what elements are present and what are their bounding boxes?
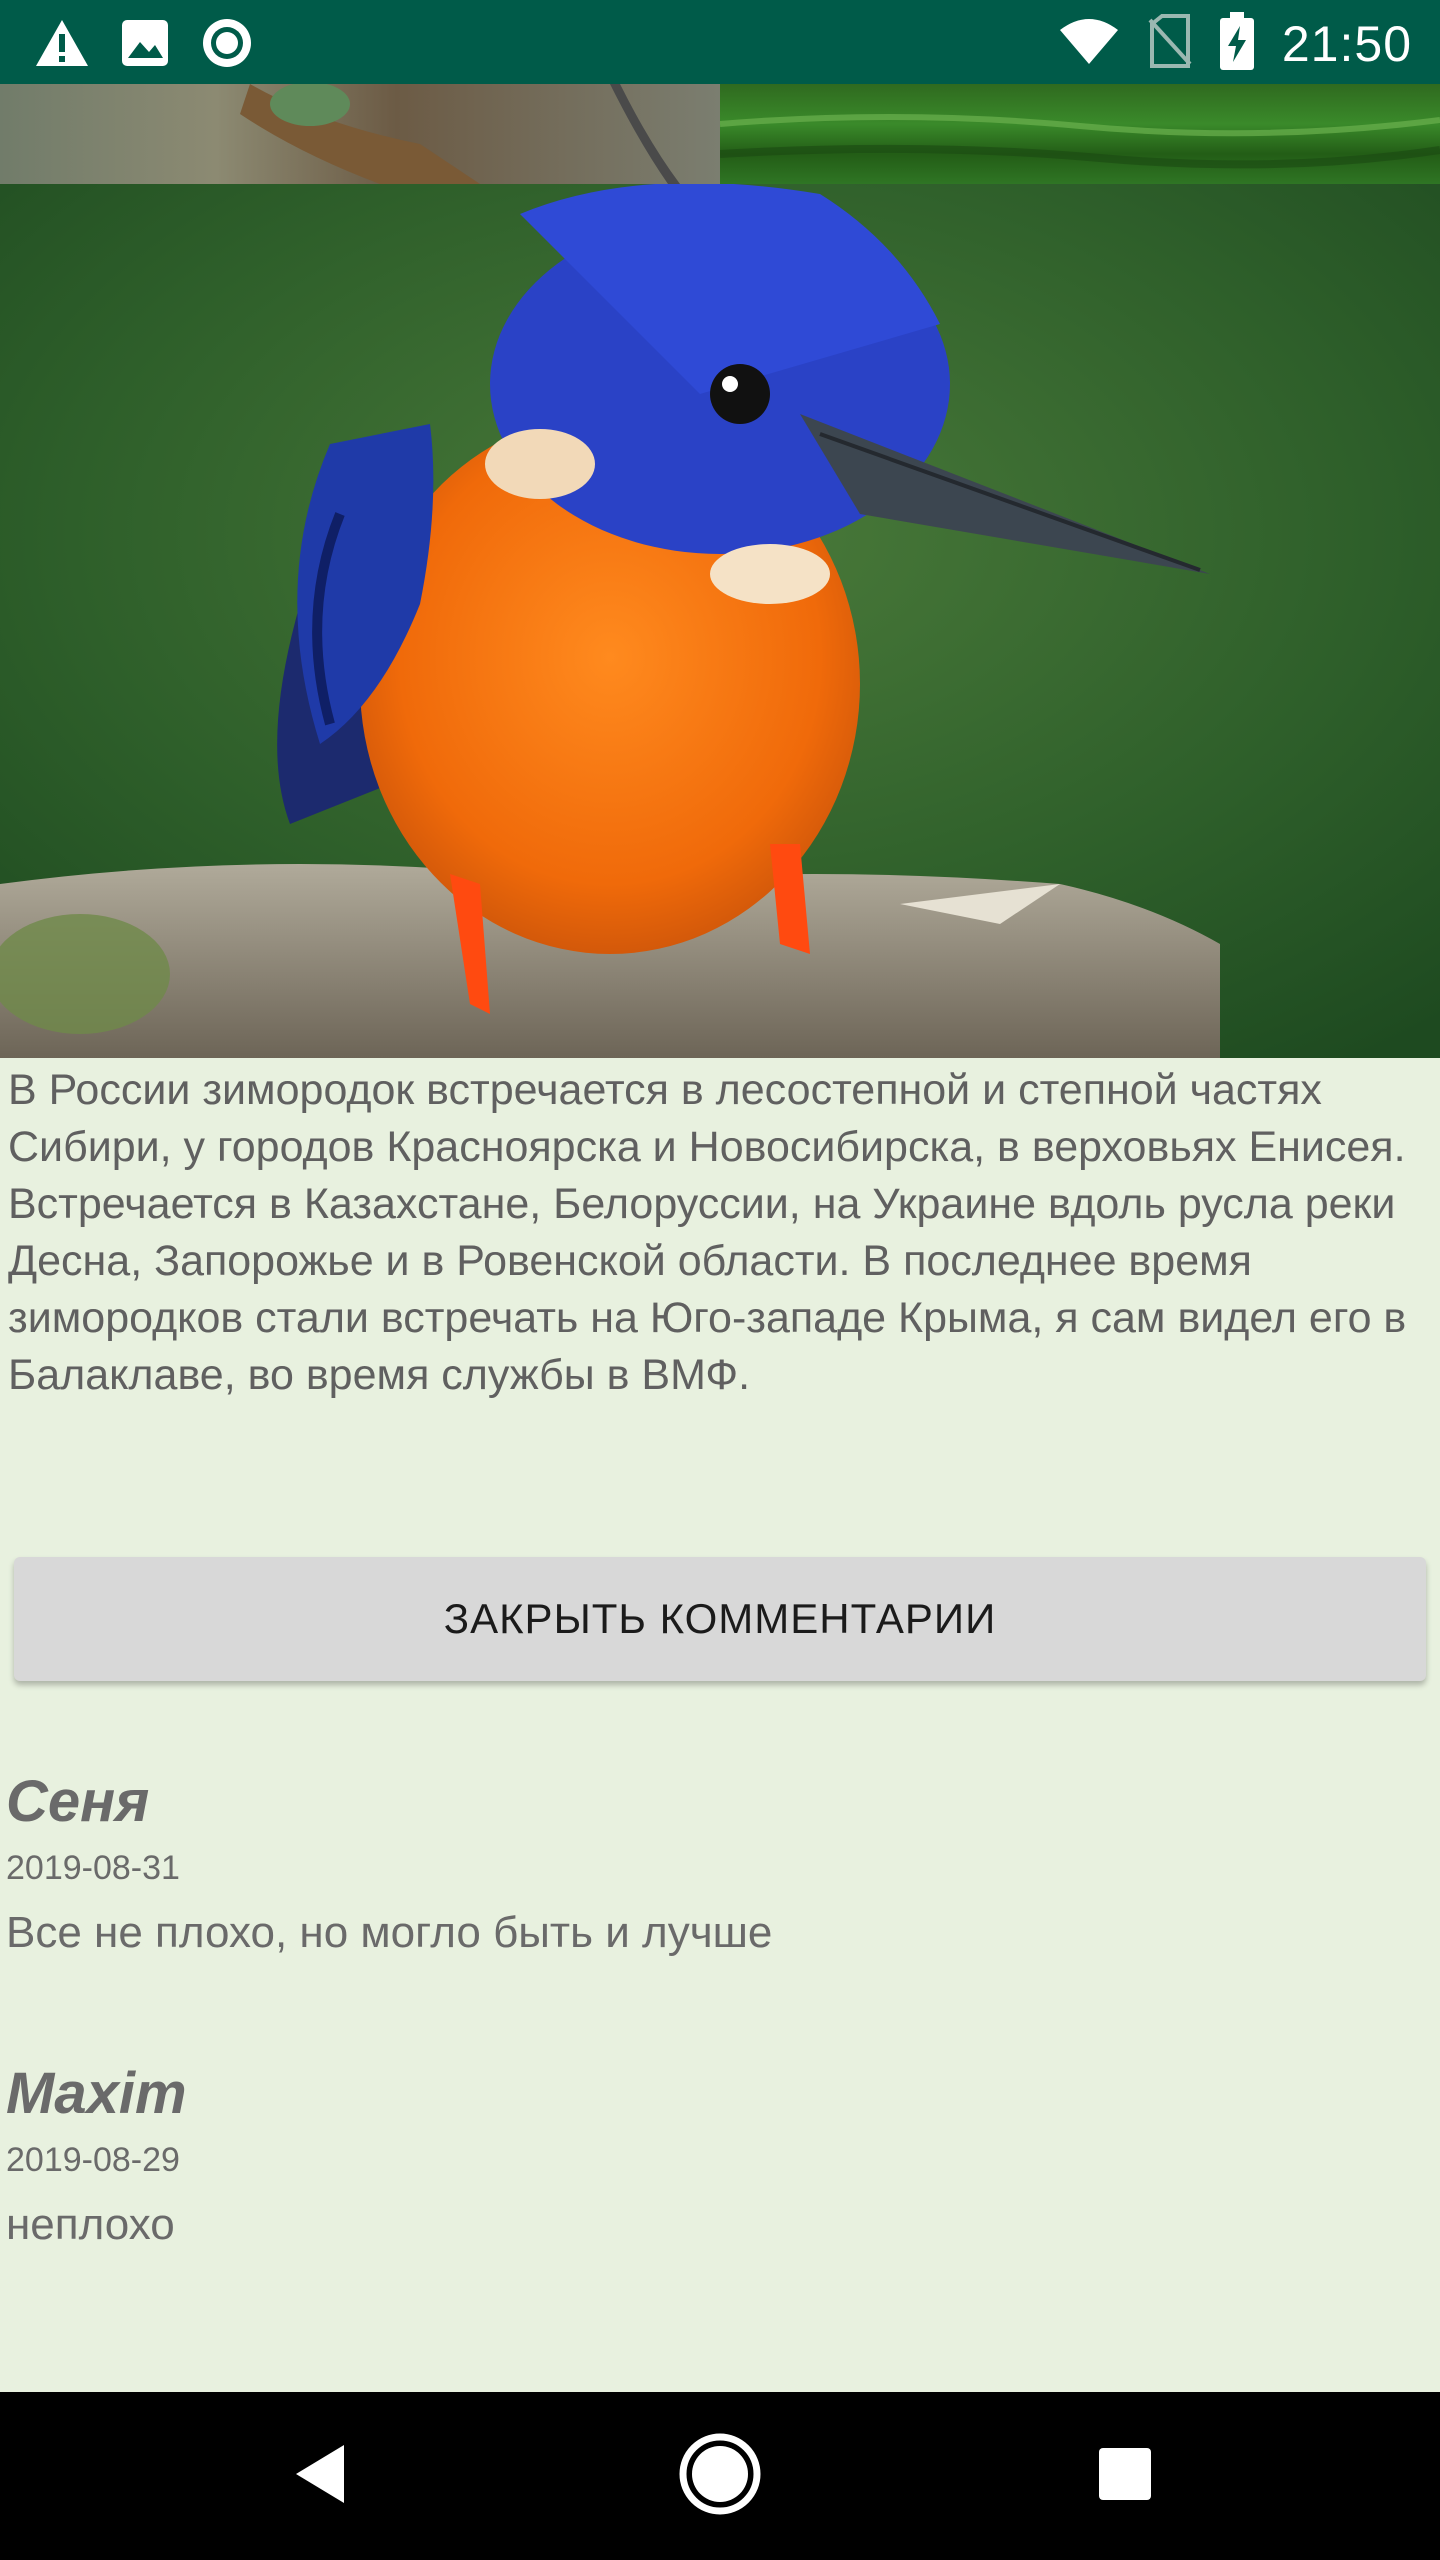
article-text: В России зимородок встречается в лесосте… [8,1066,1407,1399]
comment-author: Сеня [6,1769,150,1834]
wifi-icon [1058,16,1120,71]
comment-date: 2019-08-29 [6,2141,180,2179]
comment-author: Maxim [6,2061,187,2126]
home-button[interactable] [670,2392,770,2560]
navigation-bar [0,2392,1440,2560]
image-icon [120,18,170,73]
kingfisher-photo [0,184,1440,1058]
comment-date: 2019-08-31 [6,1849,180,1887]
comment-text: Все не плохо, но могло быть и лучше [6,1908,773,1957]
recents-icon [1098,2447,1152,2506]
close-comments-button[interactable]: ЗАКРЫТЬ КОММЕНТАРИИ [14,1557,1426,1681]
no-sim-icon [1148,14,1192,73]
warning-icon [34,18,90,73]
branch-image-fragment [0,84,720,184]
comment-text: неплохо [6,2200,175,2249]
status-bar: 21:50 [0,0,1440,84]
back-icon [292,2443,348,2510]
previous-image-strip [0,84,1440,184]
battery-charging-icon [1219,12,1254,75]
home-icon [678,2432,762,2521]
sync-circle-icon [200,16,254,75]
water-image-fragment [719,84,1440,184]
comment-item: Maxim 2019-08-29 неплохо [6,2060,1406,2250]
back-button[interactable] [270,2392,370,2560]
recents-button[interactable] [1075,2392,1175,2560]
comment-item: Сеня 2019-08-31 Все не плохо, но могло б… [6,1768,1406,1958]
clock: 21:50 [1281,15,1412,72]
